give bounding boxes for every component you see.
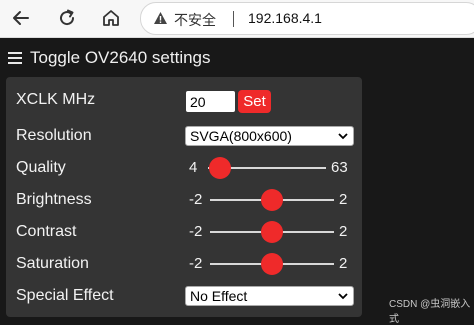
address-divider <box>233 11 234 27</box>
watermark: CSDN @虫洞嵌入式 <box>389 299 471 325</box>
browser-toolbar: 不安全 192.168.4.1 <box>0 0 474 38</box>
saturation-max: 2 <box>339 255 348 272</box>
reload-button[interactable] <box>54 5 80 31</box>
xclk-label: XCLK MHz <box>16 91 96 108</box>
saturation-label: Saturation <box>16 255 89 272</box>
special-effect-label: Special Effect <box>16 287 114 304</box>
hamburger-menu-icon[interactable] <box>8 52 22 64</box>
brightness-max: 2 <box>339 191 348 208</box>
resolution-select[interactable]: SVGA(800x600) <box>185 126 354 146</box>
chevron-down-icon <box>338 293 348 300</box>
chevron-down-icon <box>338 133 348 140</box>
special-effect-select[interactable]: No Effect <box>185 286 354 306</box>
contrast-max: 2 <box>339 223 348 240</box>
contrast-min: -2 <box>189 223 203 240</box>
url-text[interactable]: 192.168.4.1 <box>248 10 322 26</box>
home-icon <box>103 10 119 26</box>
contrast-label: Contrast <box>16 223 77 240</box>
set-xclk-button[interactable]: Set <box>238 90 271 113</box>
resolution-label: Resolution <box>16 127 92 144</box>
brightness-label: Brightness <box>16 191 92 208</box>
contrast-slider-thumb[interactable] <box>261 221 283 243</box>
special-effect-selected-value: No Effect <box>190 288 248 304</box>
reload-icon <box>60 9 75 26</box>
security-status-label[interactable]: 不安全 <box>174 10 216 30</box>
back-arrow-icon <box>13 11 29 25</box>
home-button[interactable] <box>98 5 124 31</box>
toggle-settings-label[interactable]: Toggle OV2640 settings <box>30 48 211 68</box>
quality-slider-thumb[interactable] <box>209 157 231 179</box>
resolution-selected-value: SVGA(800x600) <box>190 128 292 144</box>
brightness-slider-thumb[interactable] <box>261 189 283 211</box>
quality-label: Quality <box>16 159 66 176</box>
back-button[interactable] <box>8 5 34 31</box>
saturation-slider-thumb[interactable] <box>261 253 283 275</box>
quality-min: 4 <box>189 159 198 176</box>
warning-icon <box>154 12 167 24</box>
brightness-min: -2 <box>189 191 203 208</box>
quality-max: 63 <box>331 159 348 176</box>
saturation-min: -2 <box>189 255 203 272</box>
xclk-input[interactable] <box>186 91 235 112</box>
address-bar[interactable]: 不安全 192.168.4.1 <box>140 2 474 35</box>
